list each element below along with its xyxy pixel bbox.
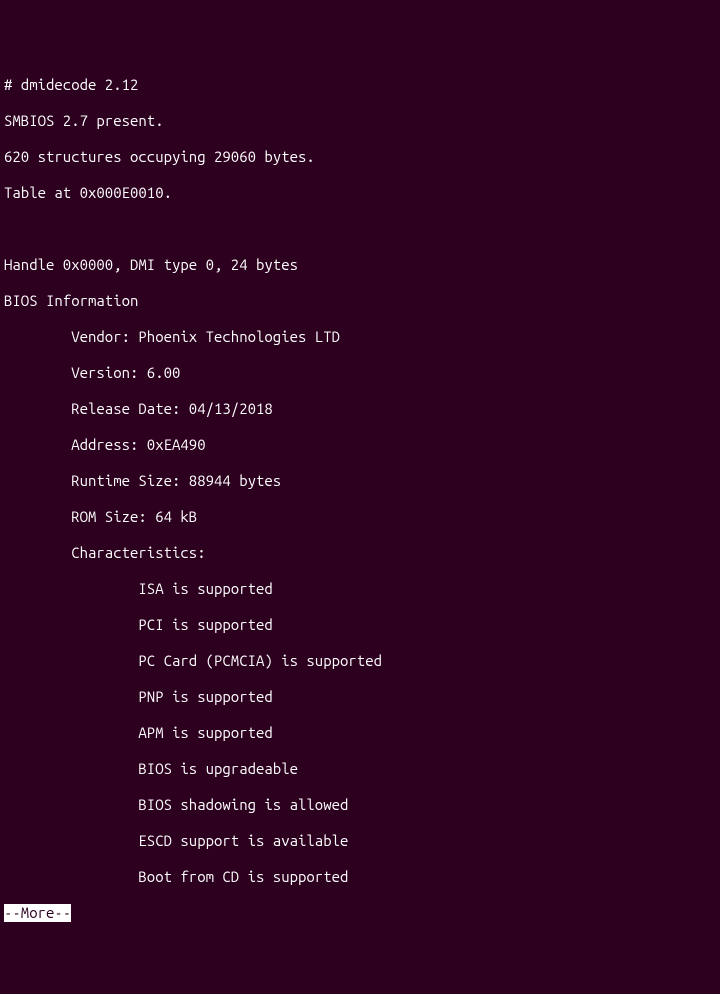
output-line: Handle 0x0000, DMI type 0, 24 bytes bbox=[4, 256, 716, 274]
field-release-date: Release Date: 04/13/2018 bbox=[4, 400, 716, 418]
field-characteristics-label: Characteristics: bbox=[4, 544, 716, 562]
field-runtime-size: Runtime Size: 88944 bytes bbox=[4, 472, 716, 490]
blank-line bbox=[4, 220, 716, 238]
characteristic-item: ESCD support is available bbox=[4, 832, 716, 850]
output-line: # dmidecode 2.12 bbox=[4, 76, 716, 94]
characteristic-item: BIOS shadowing is allowed bbox=[4, 796, 716, 814]
characteristic-item: BIOS is upgradeable bbox=[4, 760, 716, 778]
more-prompt[interactable]: --More-- bbox=[4, 904, 71, 922]
section-title: BIOS Information bbox=[4, 292, 716, 310]
characteristic-item: Boot from CD is supported bbox=[4, 868, 716, 886]
output-line: 620 structures occupying 29060 bytes. bbox=[4, 148, 716, 166]
characteristic-item: ISA is supported bbox=[4, 580, 716, 598]
output-line: SMBIOS 2.7 present. bbox=[4, 112, 716, 130]
field-address: Address: 0xEA490 bbox=[4, 436, 716, 454]
output-line: Table at 0x000E0010. bbox=[4, 184, 716, 202]
field-version: Version: 6.00 bbox=[4, 364, 716, 382]
characteristic-item: APM is supported bbox=[4, 724, 716, 742]
field-vendor: Vendor: Phoenix Technologies LTD bbox=[4, 328, 716, 346]
characteristic-item: PNP is supported bbox=[4, 688, 716, 706]
characteristic-item: PCI is supported bbox=[4, 616, 716, 634]
characteristic-item: PC Card (PCMCIA) is supported bbox=[4, 652, 716, 670]
field-rom-size: ROM Size: 64 kB bbox=[4, 508, 716, 526]
